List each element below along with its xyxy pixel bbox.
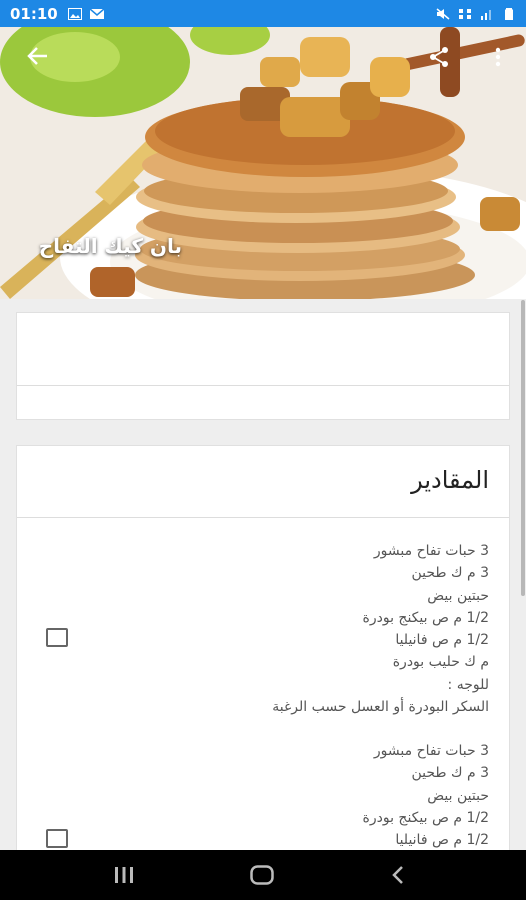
recipe-info-card (16, 312, 510, 420)
home-button[interactable] (232, 850, 292, 900)
ingredient-checkbox[interactable] (46, 628, 68, 647)
battery-icon (505, 7, 513, 20)
signal-icon (481, 9, 491, 20)
back-button[interactable] (18, 41, 58, 71)
status-time: 01:10 (10, 4, 58, 23)
recipe-title: بان كيك التفاح (38, 234, 182, 258)
more-options-button[interactable] (486, 43, 510, 71)
mail-icon (89, 7, 104, 19)
data-icon (459, 8, 471, 19)
ingredients-card: المقادير 3 حبات تفاح مبشور 3 م ك طحين حب… (16, 445, 510, 865)
ingredient-line: السكر البودرة أو العسل حسب الرغبة (272, 699, 489, 716)
mute-icon (436, 7, 450, 20)
share-icon (430, 47, 448, 67)
ingredient-line: 3 م ك طحين (411, 565, 489, 582)
image-icon (67, 7, 82, 20)
ingredient-line: 1/2 م ص بيكنج بودرة (362, 609, 490, 626)
nav-back-icon (392, 866, 403, 884)
ingredient-line: 3 م ك طحين (411, 765, 489, 782)
ingredient-line: حبتين بيض (427, 787, 489, 804)
arrow-left-icon (27, 47, 47, 65)
ingredient-line: 1/2 م ص بيكنج بودرة (362, 809, 490, 826)
recents-button[interactable] (94, 850, 154, 900)
ingredient-line: 1/2 م ص فانيليا (395, 832, 489, 849)
ingredient-line: م ك حليب بودرة (392, 654, 489, 671)
home-icon (250, 865, 274, 885)
ingredients-header: المقادير (17, 446, 509, 518)
system-back-button[interactable] (368, 850, 428, 900)
status-bar: 01:10 (0, 0, 526, 27)
navigation-bar (0, 850, 526, 900)
ingredient-group: 3 حبات تفاح مبشور 3 م ك طحين حبتين بيض 1… (49, 540, 489, 718)
scrollbar[interactable] (521, 300, 525, 596)
ingredient-group: 3 حبات تفاح مبشور 3 م ك طحين حبتين بيض 1… (49, 740, 490, 851)
ingredient-line: 3 حبات تفاح مبشور (373, 543, 489, 559)
ingredients-title: المقادير (411, 466, 489, 494)
share-button[interactable] (425, 43, 453, 71)
ingredient-line: حبتين بيض (427, 587, 489, 604)
card-divider (17, 385, 509, 386)
recents-icon (115, 867, 133, 883)
ingredient-line: 3 حبات تفاح مبشور (373, 743, 489, 759)
ingredient-checkbox[interactable] (46, 829, 68, 848)
recipe-hero-image: بان كيك التفاح (0, 27, 526, 299)
more-vert-icon (495, 47, 501, 67)
ingredient-line: 1/2 م ص فانيليا (395, 632, 489, 649)
ingredient-line: للوجه : (447, 676, 489, 693)
